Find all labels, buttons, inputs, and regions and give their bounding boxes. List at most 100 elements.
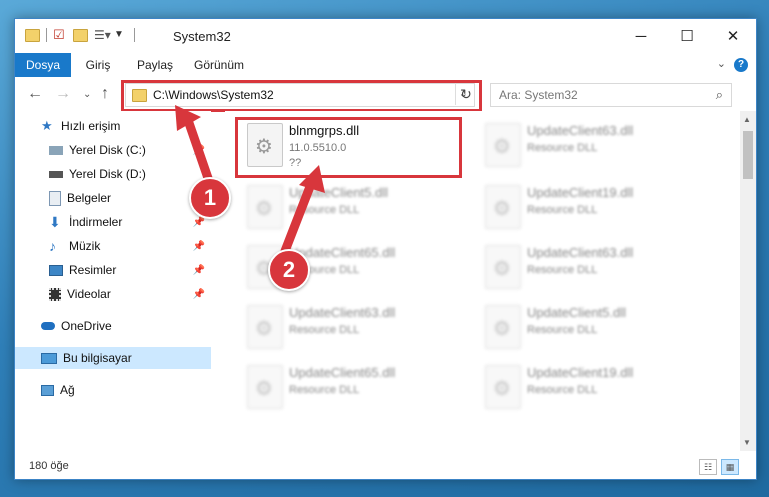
step-badge-2: 2 xyxy=(268,249,310,291)
scrollbar-thumb[interactable] xyxy=(743,131,753,179)
sidebar-item-label: İndirmeler xyxy=(69,215,123,229)
tab-paylas[interactable]: Paylaş xyxy=(131,53,179,77)
file-tile[interactable]: UpdateClient5.dll Resource DLL xyxy=(239,179,464,239)
file-description: ?? xyxy=(289,157,302,169)
forward-arrow-icon[interactable]: → xyxy=(55,85,71,103)
file-name: UpdateClient5.dll xyxy=(527,305,627,320)
file-tile-blnmgrps[interactable]: blnmgrps.dll 11.0.5510.0 ?? xyxy=(239,117,464,177)
close-button[interactable]: ✕ xyxy=(710,19,756,53)
ribbon-expand-icon[interactable]: ⌄ xyxy=(717,57,726,70)
navigation-pane: ★ Hızlı erişim Yerel Disk (C:) 📌 Yerel D… xyxy=(15,111,211,451)
vertical-scrollbar[interactable]: ▲ ▼ xyxy=(740,111,756,451)
navigation-bar: ← → ⌄ ↑ C:\Windows\System32 ⌄ ↻ Ara: Sys… xyxy=(15,77,756,111)
file-description: Resource DLL xyxy=(527,204,598,216)
file-tile[interactable]: UpdateClient19.dll Resource DLL xyxy=(477,359,702,419)
customize-icon[interactable]: ☰▾ xyxy=(94,28,111,42)
file-description: Resource DLL xyxy=(527,384,598,396)
recent-dropdown-icon[interactable]: ⌄ xyxy=(83,89,91,100)
new-folder-icon[interactable] xyxy=(73,28,88,42)
sidebar-item-label: Yerel Disk (C:) xyxy=(69,143,146,157)
quick-access-toolbar: ☑ ☰▾ ▼ xyxy=(25,28,135,42)
sidebar-item-this-pc[interactable]: Bu bilgisayar xyxy=(15,347,211,369)
sidebar-item-downloads[interactable]: ⬇ İndirmeler 📌 xyxy=(15,211,211,233)
downloads-icon: ⬇ xyxy=(49,214,61,230)
maximize-button[interactable]: ☐ xyxy=(664,19,710,53)
file-name: UpdateClient63.dll xyxy=(527,245,634,260)
sidebar-item-label: OneDrive xyxy=(61,319,112,333)
sidebar-item-disk-c[interactable]: Yerel Disk (C:) 📌 xyxy=(15,139,211,161)
sidebar-item-disk-d[interactable]: Yerel Disk (D:) xyxy=(15,163,211,185)
tiles-view-icon[interactable]: ▦ xyxy=(721,459,739,475)
file-tile[interactable]: UpdateClient63.dll Resource DLL xyxy=(239,299,464,359)
sidebar-item-pictures[interactable]: Resimler 📌 xyxy=(15,259,211,281)
search-icon[interactable]: ⌕ xyxy=(716,87,723,103)
pin-icon[interactable]: 📌 xyxy=(193,289,205,300)
file-tile[interactable]: UpdateClient19.dll Resource DLL xyxy=(477,179,702,239)
sidebar-item-quick-access[interactable]: ★ Hızlı erişim xyxy=(15,115,211,137)
minimize-button[interactable]: ─ xyxy=(618,19,664,53)
pin-icon[interactable]: 📌 xyxy=(193,241,205,252)
window-title: System32 xyxy=(173,29,231,44)
sidebar-item-network[interactable]: Ağ xyxy=(15,379,211,401)
pin-icon[interactable]: 📌 xyxy=(193,265,205,276)
file-description: Resource DLL xyxy=(289,324,360,336)
search-input[interactable]: Ara: System32 ⌕ xyxy=(490,83,732,107)
up-arrow-icon[interactable]: ↑ xyxy=(101,85,109,103)
search-placeholder: Ara: System32 xyxy=(499,88,578,102)
file-description: Resource DLL xyxy=(289,384,360,396)
scroll-down-icon[interactable]: ▼ xyxy=(743,438,751,447)
folder-icon xyxy=(132,89,147,102)
file-description: Resource DLL xyxy=(527,264,598,276)
details-view-icon[interactable]: ☷ xyxy=(699,459,717,475)
file-name: UpdateClient19.dll xyxy=(527,365,634,380)
dropdown-icon[interactable]: ▼ xyxy=(114,28,128,42)
sidebar-item-music[interactable]: ♪ Müzik 📌 xyxy=(15,235,211,257)
file-name: UpdateClient19.dll xyxy=(527,185,634,200)
dll-file-icon xyxy=(247,305,283,349)
back-arrow-icon[interactable]: ← xyxy=(27,85,43,103)
address-bar[interactable]: C:\Windows\System32 ⌄ xyxy=(125,83,475,107)
file-name: UpdateClient65.dll xyxy=(289,365,396,380)
file-tile[interactable]: UpdateClient65.dll Resource DLL xyxy=(239,359,464,419)
computer-icon xyxy=(41,352,57,364)
scroll-up-icon[interactable]: ▲ xyxy=(743,115,751,124)
tab-dosya[interactable]: Dosya xyxy=(15,53,71,77)
tab-gorunum[interactable]: Görünüm xyxy=(189,53,249,77)
dll-file-icon xyxy=(247,365,283,409)
sidebar-item-onedrive[interactable]: OneDrive xyxy=(15,315,211,337)
videos-icon xyxy=(49,287,61,301)
help-icon[interactable]: ? xyxy=(734,58,748,72)
dll-file-icon xyxy=(485,123,521,167)
explorer-window: ☑ ☰▾ ▼ System32 ─ ☐ ✕ Dosya Giriş Paylaş… xyxy=(14,18,757,480)
file-tile[interactable]: UpdateClient5.dll Resource DLL xyxy=(477,299,702,359)
title-bar: ☑ ☰▾ ▼ System32 ─ ☐ ✕ xyxy=(15,19,756,53)
sidebar-item-documents[interactable]: Belgeler 📌 xyxy=(15,187,211,209)
cloud-icon xyxy=(41,322,55,330)
ribbon-tabs: Dosya Giriş Paylaş Görünüm ⌄ ? xyxy=(15,53,756,78)
refresh-icon[interactable]: ↻ xyxy=(455,83,476,105)
properties-icon[interactable]: ☑ xyxy=(53,28,67,42)
music-icon: ♪ xyxy=(49,238,56,254)
file-name: UpdateClient63.dll xyxy=(289,305,396,320)
file-tile[interactable]: UpdateClient63.dll Resource DLL xyxy=(477,239,702,299)
sidebar-item-label: Resimler xyxy=(69,263,117,277)
sidebar-item-label: Yerel Disk (D:) xyxy=(69,167,146,181)
sidebar-item-videos[interactable]: Videolar 📌 xyxy=(15,283,211,305)
file-tile[interactable]: UpdateClient63.dll Resource DLL xyxy=(477,117,702,177)
dll-file-icon xyxy=(485,185,521,229)
pin-icon[interactable]: 📌 xyxy=(193,145,205,156)
dll-file-icon xyxy=(485,245,521,289)
address-path[interactable]: C:\Windows\System32 xyxy=(153,88,274,102)
dll-file-icon xyxy=(247,123,283,167)
pictures-icon xyxy=(49,264,63,276)
folder-icon[interactable] xyxy=(25,28,40,42)
status-bar: 180 öğe ☷ ▦ xyxy=(15,455,756,479)
tab-giris[interactable]: Giriş xyxy=(77,53,119,77)
file-name: UpdateClient5.dll xyxy=(289,185,389,200)
item-count: 180 öğe xyxy=(29,460,69,472)
sidebar-item-label: Hızlı erişim xyxy=(61,119,121,133)
drive-icon xyxy=(49,170,63,178)
sidebar-item-label: Ağ xyxy=(60,383,75,397)
star-icon: ★ xyxy=(41,118,53,133)
file-version: 11.0.5510.0 xyxy=(289,142,347,154)
